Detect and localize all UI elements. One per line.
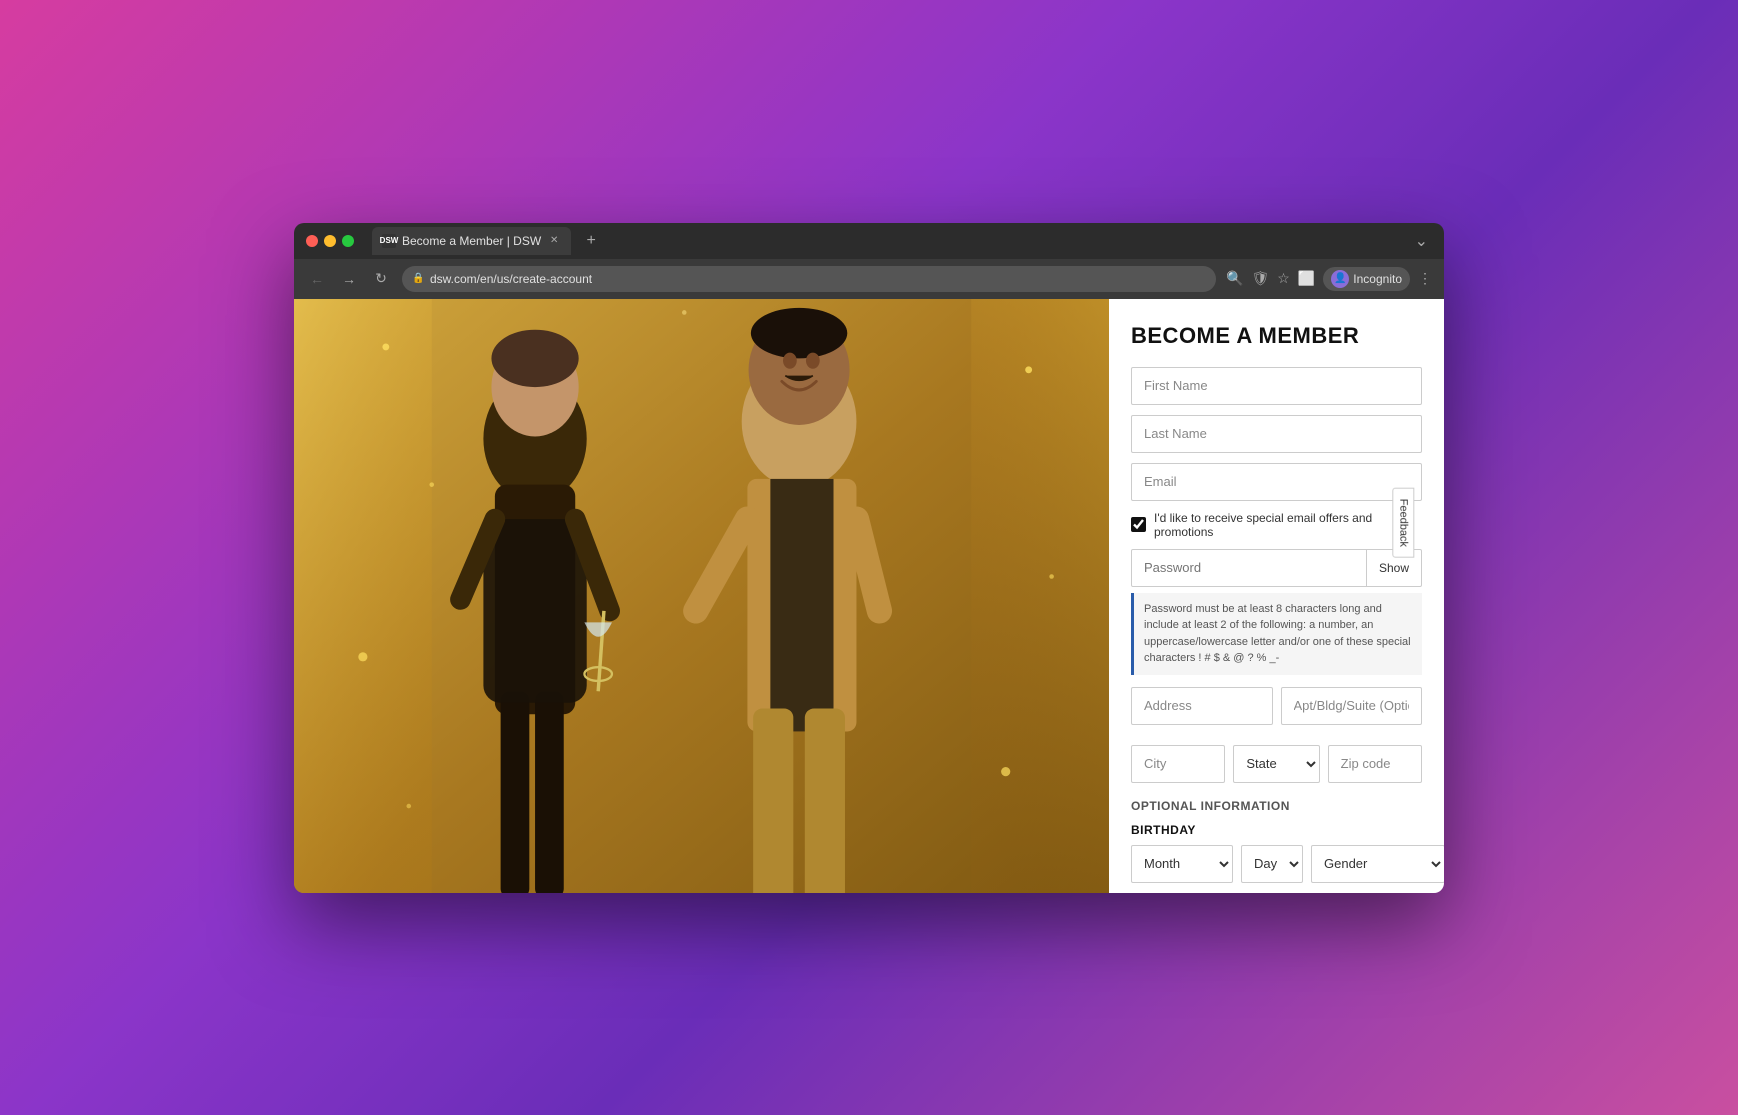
- tab-favicon: DSW: [382, 234, 396, 248]
- hero-section: [294, 299, 1109, 893]
- close-dot[interactable]: [306, 235, 318, 247]
- bookmark-icon[interactable]: ☆: [1277, 270, 1290, 287]
- password-hint: Password must be at least 8 characters l…: [1131, 593, 1422, 675]
- toolbar-icons: 🔍 🛡 ☆ ⬜ 👤 Incognito ⋮: [1226, 267, 1432, 291]
- address-row: [1131, 687, 1422, 725]
- page-title: BECOME A MEMBER: [1131, 323, 1422, 349]
- month-select[interactable]: Month JanuaryFebruaryMarch AprilMayJune …: [1131, 845, 1233, 883]
- maximize-dot[interactable]: [342, 235, 354, 247]
- address-bar: ← → ↻ 🔒 dsw.com/en/us/create-account 🔍 🛡…: [294, 259, 1444, 299]
- birthday-title: BIRTHDAY: [1131, 823, 1422, 837]
- email-offers-label: I'd like to receive special email offers…: [1154, 511, 1422, 539]
- email-offers-row: I'd like to receive special email offers…: [1131, 511, 1422, 539]
- avatar: 👤: [1331, 270, 1349, 288]
- gender-select[interactable]: Gender MaleFemaleNon-binaryPrefer not to…: [1311, 845, 1444, 883]
- incognito-label: Incognito: [1353, 272, 1402, 286]
- last-name-input[interactable]: [1131, 415, 1422, 453]
- active-tab[interactable]: DSW Become a Member | DSW ✕: [372, 227, 571, 255]
- profile-button[interactable]: 👤 Incognito: [1323, 267, 1410, 291]
- feedback-tab[interactable]: Feedback: [1392, 487, 1414, 557]
- back-button[interactable]: ←: [306, 268, 328, 290]
- tab-chevron[interactable]: ⌄: [1415, 231, 1432, 251]
- email-input[interactable]: [1131, 463, 1422, 501]
- extension-icon[interactable]: ⬜: [1298, 270, 1315, 287]
- email-offers-checkbox[interactable]: [1131, 517, 1146, 532]
- forward-button[interactable]: →: [338, 268, 360, 290]
- first-name-input[interactable]: [1131, 367, 1422, 405]
- form-section: BECOME A MEMBER I'd like to receive spec…: [1109, 299, 1444, 893]
- birthday-row: Month JanuaryFebruaryMarch AprilMayJune …: [1131, 845, 1422, 883]
- url-text: dsw.com/en/us/create-account: [430, 272, 592, 286]
- traffic-lights: [306, 235, 354, 247]
- reload-button[interactable]: ↻: [370, 268, 392, 290]
- zip-input[interactable]: [1328, 745, 1422, 783]
- shield-icon[interactable]: 🛡: [1252, 270, 1270, 287]
- address-url-bar[interactable]: 🔒 dsw.com/en/us/create-account: [402, 266, 1216, 292]
- tab-close-button[interactable]: ✕: [547, 234, 561, 248]
- lock-icon: 🔒: [412, 273, 424, 284]
- minimize-dot[interactable]: [324, 235, 336, 247]
- state-select[interactable]: State ALAKAZAR CACOCTDE FLGAHIID ILINIAK…: [1233, 745, 1319, 783]
- tab-title: Become a Member | DSW: [402, 234, 541, 248]
- city-input[interactable]: [1131, 745, 1225, 783]
- search-icon[interactable]: 🔍: [1226, 270, 1243, 287]
- optional-info-title: OPTIONAL INFORMATION: [1131, 799, 1422, 813]
- browser-window: DSW Become a Member | DSW ✕ + ⌄ ← → ↻ 🔒 …: [294, 223, 1444, 893]
- menu-icon[interactable]: ⋮: [1418, 270, 1432, 287]
- password-row: Show: [1131, 549, 1422, 587]
- tab-bar: DSW Become a Member | DSW ✕ + ⌄: [362, 227, 1432, 255]
- new-tab-button[interactable]: +: [579, 229, 603, 253]
- page-content: BECOME A MEMBER I'd like to receive spec…: [294, 299, 1444, 893]
- password-input[interactable]: [1132, 550, 1366, 586]
- day-select[interactable]: Day 12345 678910 1112131415 1617181920 2…: [1241, 845, 1303, 883]
- city-state-row: State ALAKAZAR CACOCTDE FLGAHIID ILINIAK…: [1131, 745, 1422, 783]
- title-bar: DSW Become a Member | DSW ✕ + ⌄: [294, 223, 1444, 259]
- address-input[interactable]: [1131, 687, 1273, 725]
- apt-input[interactable]: [1281, 687, 1423, 725]
